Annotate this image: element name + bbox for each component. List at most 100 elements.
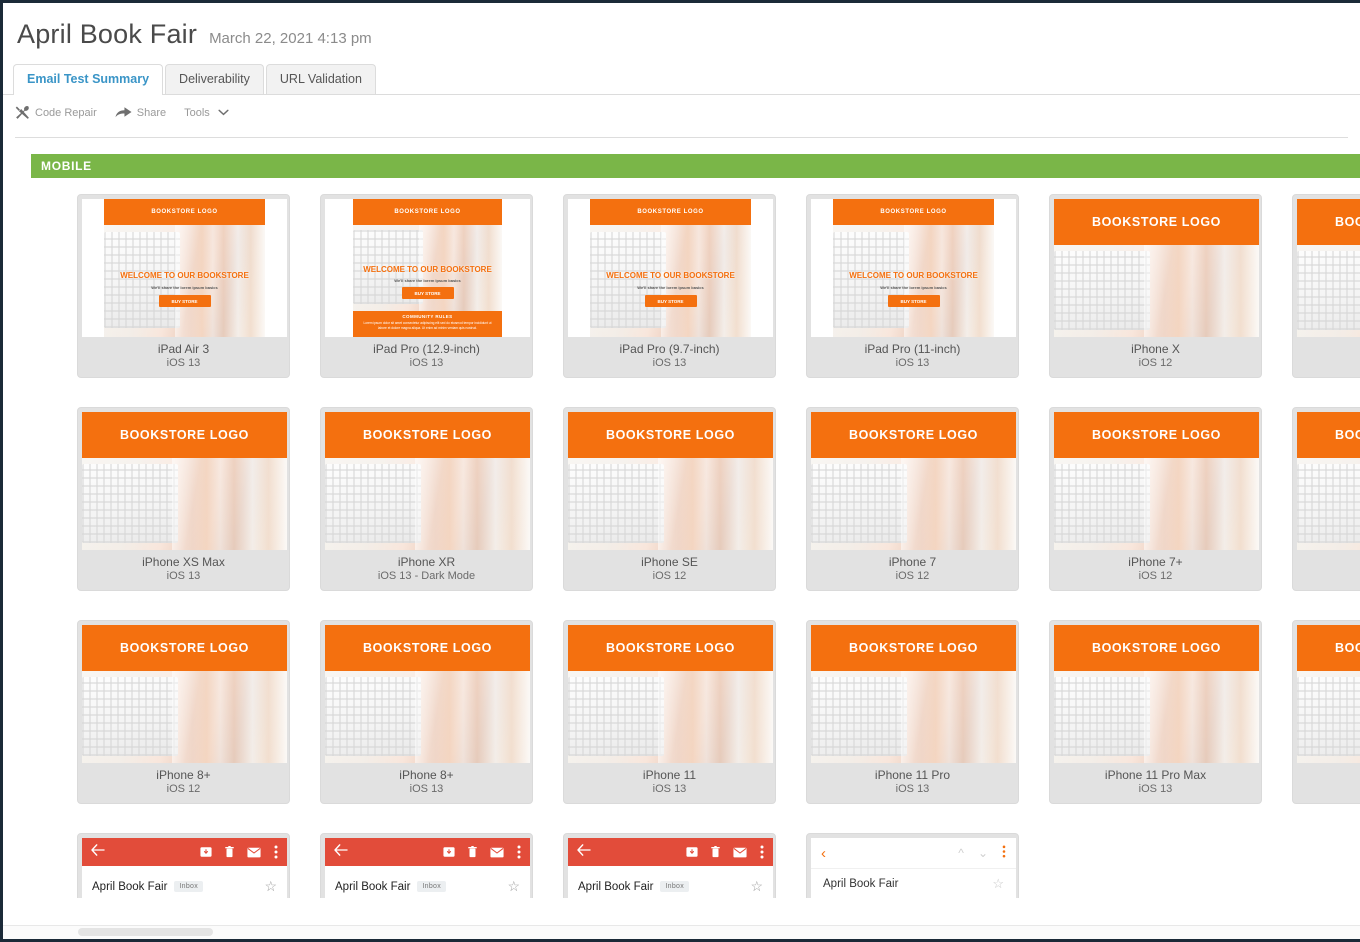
chevron-up-icon[interactable]: ^ [958, 846, 964, 860]
tab-email-test-summary[interactable]: Email Test Summary [13, 64, 164, 95]
device-os: iOS 13 [409, 357, 444, 369]
device-preview-thumbnail[interactable]: BOOKSTORE LOGO [811, 412, 1016, 550]
archive-icon[interactable] [686, 846, 698, 858]
scrollbar-thumb[interactable] [78, 928, 213, 936]
device-preview-card[interactable]: BOOKSTORE LOGO iPhone 11 Pro Max iOS 13 [1049, 620, 1262, 804]
device-preview-thumbnail[interactable]: BOOKSTORE LOGO [568, 412, 773, 550]
email-logo-band: BOOKSTORE LOGO [1297, 625, 1360, 671]
device-preview-thumbnail[interactable]: BOOKSTORE LOGO [82, 625, 287, 763]
mail-icon[interactable] [490, 847, 504, 858]
device-os: iOS 13 [166, 570, 201, 582]
device-preview-thumbnail[interactable]: BOOKSTORE LOGO [1297, 412, 1360, 550]
trash-icon[interactable] [225, 846, 234, 858]
device-preview-card[interactable]: BOOKSTORE LOGO iPhone SE iOS 12 [563, 407, 776, 591]
email-hero-photo [1297, 671, 1360, 763]
email-preview-tablet: BOOKSTORE LOGO WELCOME TO OUR BOOKSTORE … [325, 199, 530, 337]
archive-icon[interactable] [200, 846, 212, 858]
device-preview-thumbnail[interactable]: BOOKSTORE LOGO [325, 625, 530, 763]
email-cta-button[interactable]: BUY STORE [887, 295, 940, 307]
device-preview-card[interactable]: BOOKSTORE LOGO iPhone XR iOS 13 - Dark Mo… [320, 407, 533, 591]
email-cta-button[interactable]: BUY STORE [401, 287, 454, 299]
results-scroll-area[interactable]: MOBILE BOOKSTORE LOGO WELCOME TO OUR BOO… [3, 138, 1360, 898]
page-timestamp: March 22, 2021 4:13 pm [209, 30, 372, 47]
device-preview-card[interactable]: BOOKSTORE LOGO iPhone 7 iOS 12 [806, 407, 1019, 591]
back-arrow-icon[interactable] [334, 843, 348, 861]
device-preview-card[interactable]: April Book Fair Inbox ☆ E Email on Acid … [563, 833, 776, 898]
tools-menu[interactable]: Tools [184, 107, 229, 119]
device-preview-card[interactable]: BOOKSTORE LOGO iPhone 8+ iOS 13 [320, 620, 533, 804]
tab-url-validation[interactable]: URL Validation [265, 64, 376, 94]
device-preview-card[interactable]: BOOKSTORE LOGO iPhone XiOS 12 [1049, 194, 1262, 378]
device-preview-thumbnail[interactable]: BOOKSTORE LOGO [325, 412, 530, 550]
device-preview-card[interactable]: BOOKSTORE LOGO iPhone 11 iOS 13 [563, 620, 776, 804]
email-footer-body: Lorem ipsum dolor sit amet consectetur a… [363, 321, 492, 330]
device-preview-thumbnail[interactable]: BOOKSTORE LOGO WELCOME TO OUR BOOKSTORE … [82, 199, 287, 337]
device-preview-card[interactable]: April Book Fair Inbox ☆ E Email on Acid … [320, 833, 533, 898]
star-icon[interactable]: ☆ [507, 878, 520, 895]
device-preview-thumbnail[interactable]: April Book Fair Inbox ☆ E Email on Acid … [82, 838, 287, 898]
device-preview-card[interactable]: BOOKSTORE LOGO iPhone 8+ iOS 12 [77, 620, 290, 804]
device-preview-thumbnail[interactable]: BOOKSTORE LOGO [568, 625, 773, 763]
email-subheadline: We'll share the lorem ipsum basics [394, 278, 461, 283]
device-preview-thumbnail[interactable]: BOOKSTORE LOGO [1054, 199, 1259, 337]
device-preview-card[interactable]: BOOKSTORE LOGO iPhone 11 Pro iOS 13 [806, 620, 1019, 804]
email-logo-text: BOOKSTORE LOGO [1334, 428, 1360, 442]
device-preview-card[interactable]: BOOKSTORE LOGO [1292, 620, 1360, 804]
device-caption: iPad Air 3 iOS 13 [82, 337, 285, 377]
device-preview-thumbnail[interactable]: BOOKSTORE LOGO [82, 412, 287, 550]
device-preview-thumbnail[interactable]: BOOKSTORE LOGO WELCOME TO OUR BOOKSTORE … [325, 199, 530, 337]
mail-icon[interactable] [733, 847, 747, 858]
device-preview-card[interactable]: April Book Fair Inbox ☆ E Email on Acid … [77, 833, 290, 898]
back-chevron-icon[interactable]: ‹ [821, 845, 826, 862]
device-preview-thumbnail[interactable]: April Book Fair Inbox ☆ E Email on Acid … [325, 838, 530, 898]
overflow-menu-icon[interactable] [274, 845, 278, 859]
star-icon[interactable]: ☆ [750, 878, 763, 895]
device-name: iPhone 7+ [1128, 555, 1183, 569]
mail-icon[interactable] [247, 847, 261, 858]
device-preview-thumbnail[interactable]: BOOKSTORE LOGO [1297, 625, 1360, 763]
device-name: iPhone 8+ [156, 768, 211, 782]
tab-deliverability[interactable]: Deliverability [165, 64, 264, 94]
device-preview-thumbnail[interactable]: BOOKSTORE LOGO WELCOME TO OUR BOOKSTORE … [568, 199, 773, 337]
trash-icon[interactable] [468, 846, 477, 858]
device-caption: iPhone 8+ iOS 13 [325, 763, 528, 803]
device-preview-card[interactable]: BOOKSTORE LOGO WELCOME TO OUR BOOKSTORE … [77, 194, 290, 378]
archive-icon[interactable] [443, 846, 455, 858]
email-logo-band: BOOKSTORE LOGO [82, 625, 287, 671]
share-button[interactable]: Share [115, 106, 166, 119]
device-preview-thumbnail[interactable]: BOOKSTORE LOGO [811, 625, 1016, 763]
horizontal-scrollbar[interactable] [3, 925, 1360, 939]
device-preview-card[interactable]: BOOKSTORE LOGO WELCOME TO OUR BOOKSTORE … [563, 194, 776, 378]
device-preview-thumbnail[interactable]: BOOKSTORE LOGO [1297, 199, 1360, 337]
code-repair-button[interactable]: Code Repair [15, 105, 97, 120]
star-icon[interactable]: ☆ [992, 876, 1004, 892]
trash-icon[interactable] [711, 846, 720, 858]
overflow-menu-icon[interactable] [517, 845, 521, 859]
device-preview-thumbnail[interactable]: BOOKSTORE LOGO [1054, 412, 1259, 550]
device-preview-thumbnail[interactable]: ‹ ^ ⌄ April Book Fair ☆ March 22, 2021 1… [811, 838, 1016, 898]
device-preview-card[interactable]: BOOKSTORE LOGO [1292, 407, 1360, 591]
back-arrow-icon[interactable] [577, 843, 591, 861]
device-preview-card[interactable]: ‹ ^ ⌄ April Book Fair ☆ March 22, 2021 1… [806, 833, 1019, 898]
overflow-menu-icon[interactable] [760, 845, 764, 859]
device-preview-thumbnail[interactable]: April Book Fair Inbox ☆ E Email on Acid … [568, 838, 773, 898]
email-cta-button[interactable]: BUY STORE [644, 295, 697, 307]
email-cta-button[interactable]: BUY STORE [158, 295, 211, 307]
device-preview-card[interactable]: BOOKSTORE LOGO iPhone 7+ iOS 12 [1049, 407, 1262, 591]
back-arrow-icon[interactable] [91, 843, 105, 861]
chevron-down-icon[interactable]: ⌄ [978, 846, 988, 860]
email-preview-phone: BOOKSTORE LOGO [1297, 412, 1360, 550]
samsung-date: March 22, 2021 10:13 AM [823, 897, 1004, 898]
device-preview-card[interactable]: BOOKSTORE LOGO WELCOME TO OUR BOOKSTORE … [806, 194, 1019, 378]
device-preview-card[interactable]: BOOKSTORE LOGO WELCOME TO OUR BOOKSTORE … [320, 194, 533, 378]
device-preview-card[interactable]: BOOKSTORE LOGO [1292, 194, 1360, 378]
email-logo-band: BOOKSTORE LOGO [811, 412, 1016, 458]
page-header: April Book Fair March 22, 2021 4:13 pm [3, 3, 1360, 50]
email-hero-photo [325, 458, 530, 550]
device-preview-card[interactable]: BOOKSTORE LOGO iPhone XS Max iOS 13 [77, 407, 290, 591]
device-preview-thumbnail[interactable]: BOOKSTORE LOGO [1054, 625, 1259, 763]
email-preview-phone: BOOKSTORE LOGO [1054, 412, 1259, 550]
star-icon[interactable]: ☆ [264, 878, 277, 895]
device-preview-thumbnail[interactable]: BOOKSTORE LOGO WELCOME TO OUR BOOKSTORE … [811, 199, 1016, 337]
overflow-menu-icon[interactable] [1002, 845, 1006, 861]
